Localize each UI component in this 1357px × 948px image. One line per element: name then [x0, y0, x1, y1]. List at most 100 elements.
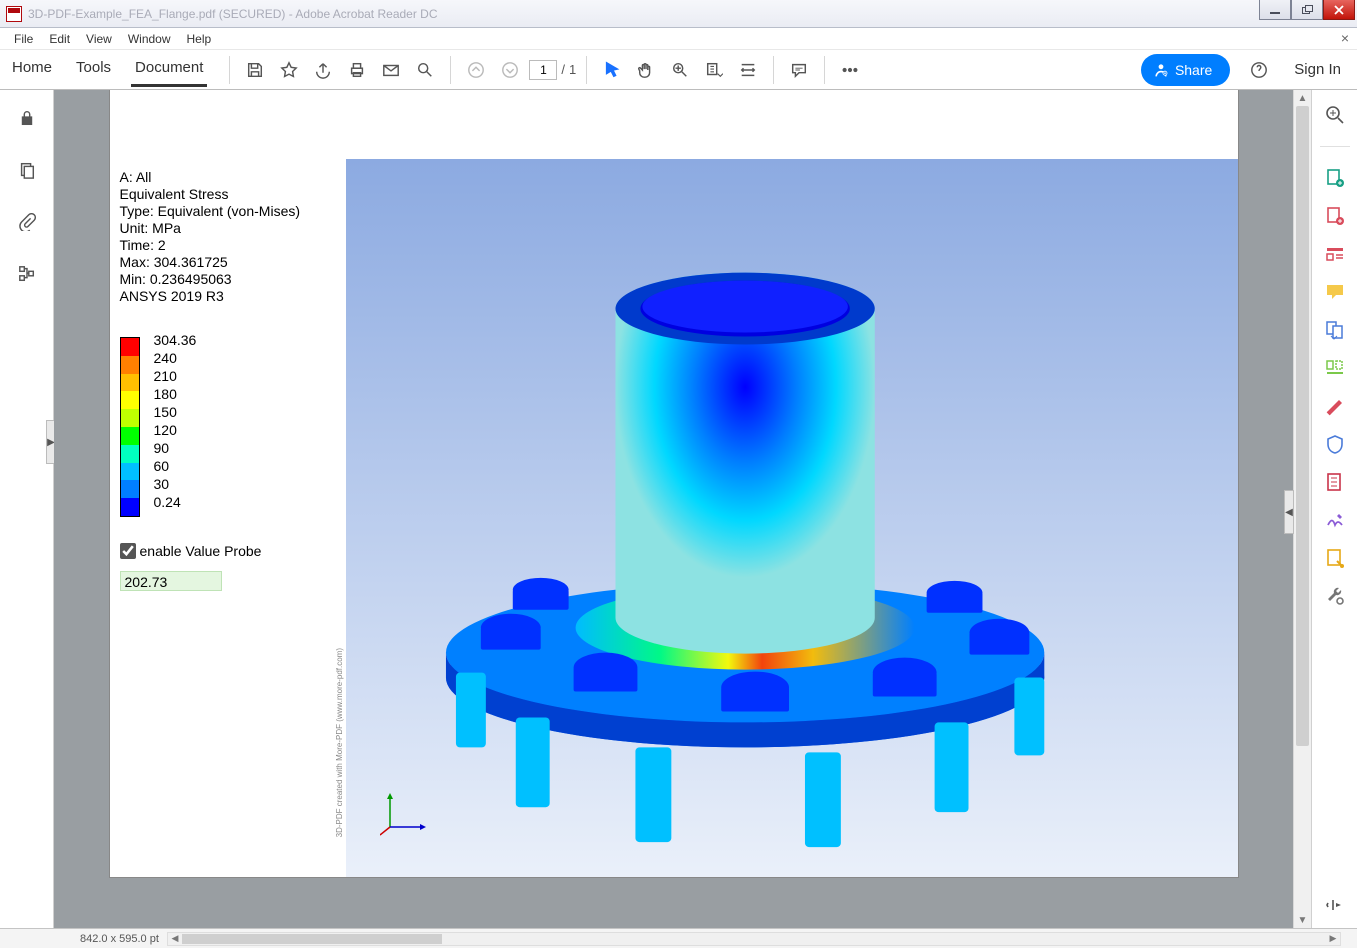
more-icon[interactable] — [835, 55, 865, 85]
legend-value: 0.24 — [154, 493, 197, 511]
menu-help[interactable]: Help — [179, 30, 220, 48]
pointer-icon[interactable] — [597, 55, 627, 85]
pdf-app-icon — [6, 6, 22, 22]
legend-segment — [121, 463, 139, 481]
menu-file[interactable]: File — [6, 30, 41, 48]
legend-segment — [121, 374, 139, 392]
lock-icon[interactable] — [13, 104, 41, 132]
share-button[interactable]: Share — [1141, 54, 1230, 86]
legend-value: 150 — [154, 403, 197, 421]
document-viewport[interactable]: A: All Equivalent Stress Type: Equivalen… — [54, 90, 1293, 928]
legend-segment — [121, 480, 139, 498]
fea-info-block: A: All Equivalent Stress Type: Equivalen… — [120, 169, 301, 305]
minimize-button[interactable] — [1259, 0, 1291, 20]
thumbnails-icon[interactable] — [13, 156, 41, 184]
value-probe-checkbox[interactable]: enable Value Probe — [120, 543, 262, 559]
fea-info-line: Unit: MPa — [120, 220, 301, 237]
right-collapse-handle[interactable]: ◀ — [1284, 490, 1294, 534]
separator — [773, 56, 774, 84]
legend-segment — [121, 445, 139, 463]
fea-flange-render — [346, 159, 1238, 877]
expand-rail-icon[interactable] — [1324, 894, 1346, 916]
separator — [586, 56, 587, 84]
separator — [229, 56, 230, 84]
organize-icon[interactable] — [1324, 357, 1346, 379]
toolbar: Home Tools Document / 1 Share Sign In — [0, 50, 1357, 90]
menu-window[interactable]: Window — [120, 30, 179, 48]
legend-segment — [121, 409, 139, 427]
scroll-thumb[interactable] — [1296, 106, 1309, 746]
vertical-scrollbar[interactable]: ▲ ▼ ◀ — [1293, 90, 1311, 928]
page-number-input[interactable] — [529, 60, 557, 80]
value-probe-readout: 202.73 — [120, 571, 222, 591]
legend-value: 30 — [154, 475, 197, 493]
menu-bar: File Edit View Window Help × — [0, 28, 1357, 50]
model-tree-icon[interactable] — [13, 260, 41, 288]
legend-value: 240 — [154, 349, 197, 367]
hscroll-thumb[interactable] — [182, 934, 442, 944]
upload-icon[interactable] — [308, 55, 338, 85]
value-probe-input[interactable] — [120, 543, 136, 559]
combine-icon[interactable] — [1324, 319, 1346, 341]
watermark-text: 3D-PDF created with More-PDF (www.more-p… — [335, 648, 344, 837]
comment-icon[interactable] — [784, 55, 814, 85]
compress-icon[interactable] — [1324, 471, 1346, 493]
close-button[interactable] — [1323, 0, 1355, 20]
page-dimensions: 842.0 x 595.0 pt — [80, 933, 159, 945]
star-icon[interactable] — [274, 55, 304, 85]
fill-sign-icon[interactable] — [1324, 509, 1346, 531]
print-icon[interactable] — [342, 55, 372, 85]
edit-pdf-icon[interactable] — [1324, 243, 1346, 265]
search-tool-icon[interactable] — [1324, 104, 1346, 126]
pdf-page: A: All Equivalent Stress Type: Equivalen… — [109, 90, 1239, 878]
legend-segment — [121, 391, 139, 409]
menu-view[interactable]: View — [78, 30, 120, 48]
attachment-icon[interactable] — [13, 208, 41, 236]
window-title: 3D-PDF-Example_FEA_Flange.pdf (SECURED) … — [28, 7, 438, 21]
scroll-down-icon[interactable]: ▼ — [1294, 912, 1311, 928]
right-tool-rail — [1311, 90, 1357, 928]
legend-value: 60 — [154, 457, 197, 475]
close-tab-icon[interactable]: × — [1341, 30, 1349, 46]
fea-3d-viewport[interactable] — [346, 159, 1238, 877]
search-icon[interactable] — [410, 55, 440, 85]
tab-home[interactable]: Home — [8, 53, 56, 87]
create-pdf-icon[interactable] — [1324, 205, 1346, 227]
tab-tools[interactable]: Tools — [72, 53, 115, 87]
zoom-dropdown-icon[interactable] — [699, 55, 729, 85]
horizontal-scrollbar[interactable]: ◀ ▶ — [167, 932, 1341, 946]
help-icon[interactable] — [1244, 55, 1274, 85]
scroll-right-icon[interactable]: ▶ — [1326, 933, 1340, 945]
tab-document[interactable]: Document — [131, 53, 207, 87]
fit-width-icon[interactable] — [733, 55, 763, 85]
email-icon[interactable] — [376, 55, 406, 85]
legend-value: 304.36 — [154, 331, 197, 349]
legend-value: 180 — [154, 385, 197, 403]
legend-segment — [121, 356, 139, 374]
share-label: Share — [1175, 62, 1212, 78]
legend-segment — [121, 427, 139, 445]
legend-value: 90 — [154, 439, 197, 457]
send-icon[interactable] — [1324, 547, 1346, 569]
fea-info-line: Equivalent Stress — [120, 186, 301, 203]
hand-icon[interactable] — [631, 55, 661, 85]
redact-icon[interactable] — [1324, 395, 1346, 417]
separator — [824, 56, 825, 84]
comment-tool-icon[interactable] — [1324, 281, 1346, 303]
more-tools-icon[interactable] — [1324, 585, 1346, 607]
separator — [450, 56, 451, 84]
page-down-icon[interactable] — [495, 55, 525, 85]
fea-info-line: Max: 304.361725 — [120, 254, 301, 271]
page-separator: / — [561, 62, 565, 77]
menu-edit[interactable]: Edit — [41, 30, 78, 48]
scroll-left-icon[interactable]: ◀ — [168, 933, 182, 945]
save-icon[interactable] — [240, 55, 270, 85]
protect-icon[interactable] — [1324, 433, 1346, 455]
maximize-button[interactable] — [1291, 0, 1323, 20]
page-up-icon[interactable] — [461, 55, 491, 85]
fea-info-line: Type: Equivalent (von-Mises) — [120, 203, 301, 220]
scroll-up-icon[interactable]: ▲ — [1294, 90, 1311, 106]
zoom-in-icon[interactable] — [665, 55, 695, 85]
export-pdf-icon[interactable] — [1324, 167, 1346, 189]
sign-in-link[interactable]: Sign In — [1294, 61, 1341, 78]
